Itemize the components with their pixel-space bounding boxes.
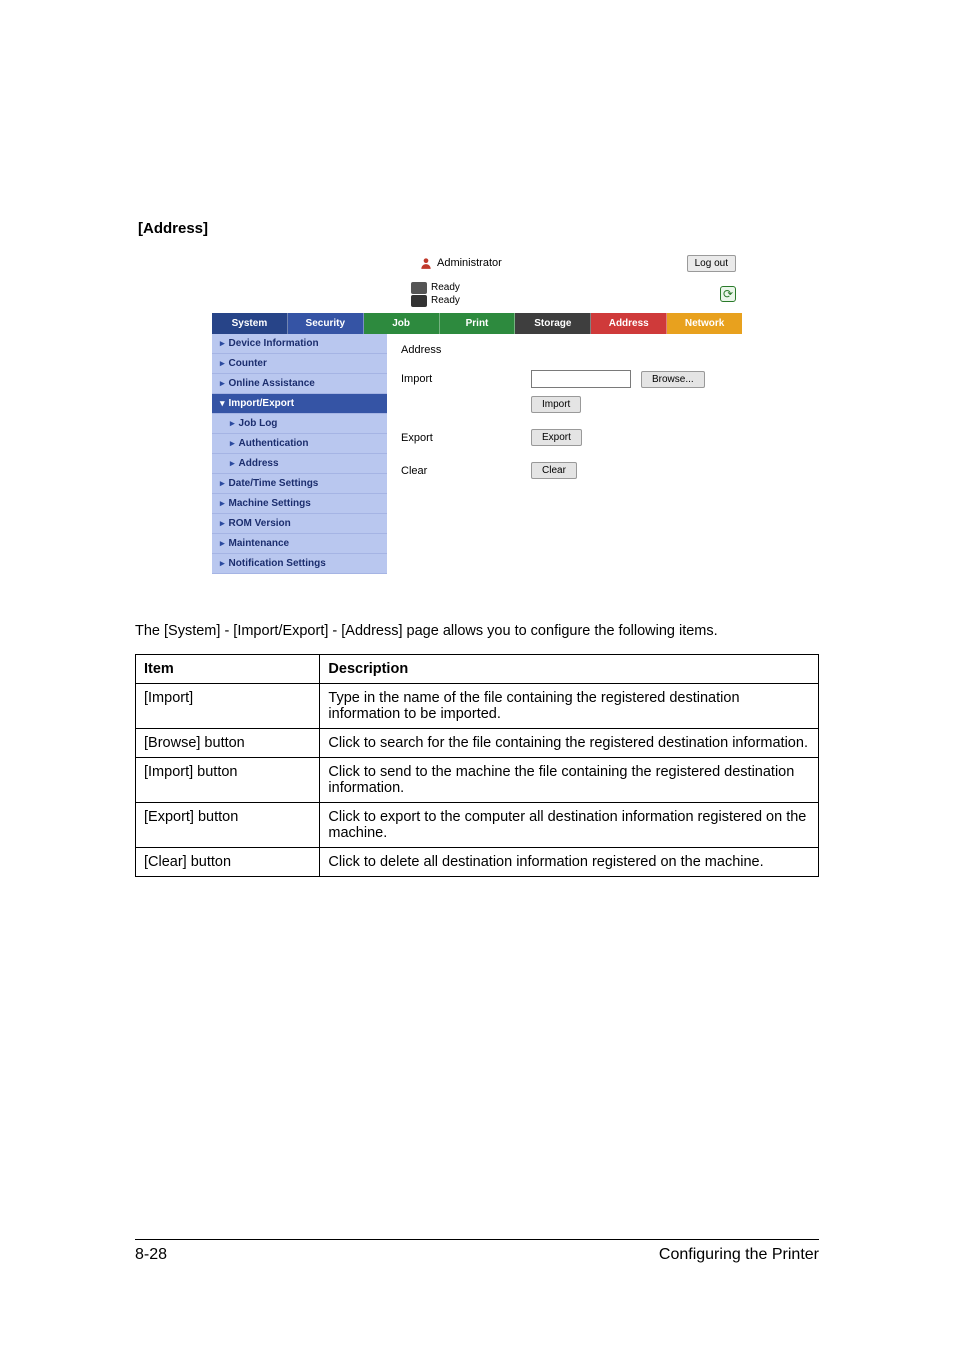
table-cell-desc: Click to search for the file containing …: [320, 728, 819, 757]
sidebar-item-online-assist[interactable]: Online Assistance: [212, 374, 387, 394]
browse-button[interactable]: Browse...: [641, 371, 705, 388]
role-label: Administrator: [437, 257, 502, 269]
table-cell-item: [Clear] button: [136, 847, 320, 876]
table-cell-item: [Browse] button: [136, 728, 320, 757]
logout-button[interactable]: Log out: [687, 255, 736, 272]
content-heading: Address: [401, 344, 736, 356]
clear-label: Clear: [401, 465, 521, 477]
tab-bar: System Security Job Print Storage Addres…: [212, 313, 742, 334]
tab-job[interactable]: Job: [364, 313, 440, 334]
refresh-icon[interactable]: ⟳: [720, 286, 736, 302]
content-panel: Address Import Browse... Import Export E…: [387, 334, 742, 574]
sidebar-item-address[interactable]: Address: [212, 454, 387, 474]
export-button[interactable]: Export: [531, 429, 582, 446]
tab-storage[interactable]: Storage: [515, 313, 591, 334]
sidebar-item-notification[interactable]: Notification Settings: [212, 554, 387, 574]
printer-icon: [411, 282, 427, 294]
description-paragraph: The [System] - [Import/Export] - [Addres…: [135, 622, 819, 642]
sidebar-item-counter[interactable]: Counter: [212, 354, 387, 374]
sidebar-item-import-export[interactable]: Import/Export: [212, 394, 387, 414]
scanner-icon: [411, 295, 427, 307]
sidebar-item-job-log[interactable]: Job Log: [212, 414, 387, 434]
tab-security[interactable]: Security: [288, 313, 364, 334]
tab-print[interactable]: Print: [440, 313, 516, 334]
sidebar: Device Information Counter Online Assist…: [212, 334, 387, 574]
import-button[interactable]: Import: [531, 396, 581, 413]
table-cell-item: [Export] button: [136, 802, 320, 847]
sidebar-item-maintenance[interactable]: Maintenance: [212, 534, 387, 554]
table-header-item: Item: [136, 654, 320, 683]
table-cell-desc: Type in the name of the file containing …: [320, 683, 819, 728]
sidebar-item-device-info[interactable]: Device Information: [212, 334, 387, 354]
import-label: Import: [401, 373, 521, 385]
sidebar-item-date-time[interactable]: Date/Time Settings: [212, 474, 387, 494]
section-heading: [Address]: [138, 220, 819, 237]
table-cell-desc: Click to delete all destination informat…: [320, 847, 819, 876]
clear-button[interactable]: Clear: [531, 462, 577, 479]
table-cell-desc: Click to send to the machine the file co…: [320, 757, 819, 802]
table-cell-item: [Import] button: [136, 757, 320, 802]
doc-section-title: Configuring the Printer: [659, 1246, 819, 1264]
table-row: [Clear] button Click to delete all desti…: [136, 847, 819, 876]
printer-status: Ready: [431, 282, 460, 293]
settings-table: Item Description [Import] Type in the na…: [135, 654, 819, 877]
export-label: Export: [401, 432, 521, 444]
admin-role-indicator: Administrator: [419, 256, 502, 270]
table-cell-item: [Import]: [136, 683, 320, 728]
table-row: [Import] Type in the name of the file co…: [136, 683, 819, 728]
admin-screenshot: Administrator Log out Ready Ready ⟳ Syst: [212, 251, 742, 574]
table-header-description: Description: [320, 654, 819, 683]
import-file-field[interactable]: [531, 370, 631, 388]
tab-address[interactable]: Address: [591, 313, 667, 334]
table-row: [Export] button Click to export to the c…: [136, 802, 819, 847]
sidebar-item-machine-settings[interactable]: Machine Settings: [212, 494, 387, 514]
person-icon: [419, 256, 433, 270]
page-footer: 8-28 Configuring the Printer: [135, 1239, 819, 1264]
page-number: 8-28: [135, 1246, 167, 1264]
sidebar-item-rom-version[interactable]: ROM Version: [212, 514, 387, 534]
table-cell-desc: Click to export to the computer all dest…: [320, 802, 819, 847]
tab-network[interactable]: Network: [667, 313, 742, 334]
sidebar-item-authentication[interactable]: Authentication: [212, 434, 387, 454]
table-row: [Browse] button Click to search for the …: [136, 728, 819, 757]
tab-system[interactable]: System: [212, 313, 288, 334]
scanner-status: Ready: [431, 295, 460, 306]
table-row: [Import] button Click to send to the mac…: [136, 757, 819, 802]
